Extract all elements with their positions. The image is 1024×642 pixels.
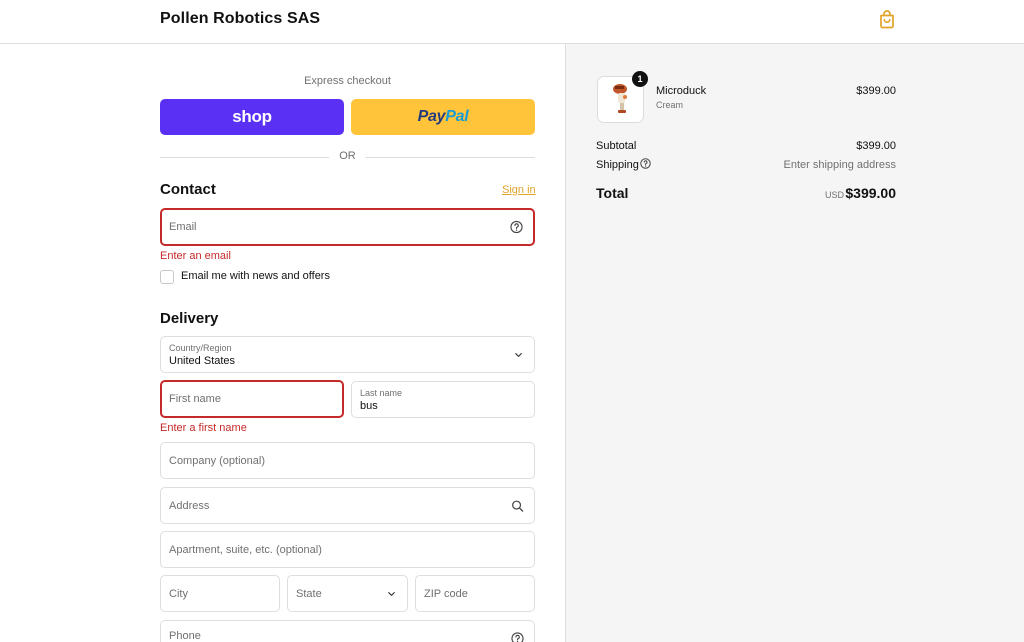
city-field[interactable]: City [160,575,280,612]
address-placeholder: Address [169,499,210,512]
shop-pay-button[interactable]: shop [160,99,344,135]
state-select[interactable]: State [287,575,408,612]
contact-heading: Contact [160,181,216,198]
total-value: $399.00 [845,185,896,201]
first-name-field[interactable]: First name [160,380,344,418]
shipping-label: Shipping [596,159,639,171]
paypal-label-part2: Pal [445,108,469,125]
question-circle-icon[interactable] [640,158,651,169]
header: Pollen Robotics SAS [0,0,1024,44]
company-field[interactable]: Company (optional) [160,442,535,479]
total-label: Total [596,185,629,201]
zip-field[interactable]: ZIP code [415,575,535,612]
question-circle-icon[interactable] [511,632,524,642]
product-name: Microduck [656,85,707,97]
company-placeholder: Company (optional) [169,454,265,467]
last-name-label: Last name [360,388,403,398]
quantity-badge: 1 [632,71,648,87]
search-icon [512,500,524,512]
or-divider: OR [160,150,535,164]
country-select[interactable]: Country/Region United States [160,336,535,373]
express-checkout-label: Express checkout [304,75,391,87]
first-name-error: Enter a first name [160,422,247,434]
last-name-value: bus [360,400,378,412]
first-name-placeholder: First name [169,393,221,405]
delivery-heading: Delivery [160,310,219,327]
shopping-bag-icon[interactable] [877,9,897,29]
question-circle-icon[interactable] [510,220,523,234]
state-placeholder: State [296,587,322,600]
total-currency: USD [824,190,844,200]
email-error: Enter an email [160,250,231,262]
country-value: United States [169,355,236,367]
paypal-label-part1: Pay [417,108,446,125]
zip-placeholder: ZIP code [424,587,468,600]
product-variant: Cream [656,100,684,110]
paypal-button[interactable]: Pay Pal [351,99,535,135]
or-label: OR [339,150,356,162]
store-name[interactable]: Pollen Robotics SAS [160,10,320,28]
product-price: $399.00 [856,85,896,97]
apartment-field[interactable]: Apartment, suite, etc. (optional) [160,531,535,568]
city-placeholder: City [169,587,188,600]
divider-line-right [365,157,535,158]
shipping-value: Enter shipping address [783,159,896,171]
news-checkbox[interactable] [160,270,174,284]
last-name-field[interactable]: Last name bus [351,381,535,418]
sign-in-link[interactable]: Sign in [502,184,536,196]
email-placeholder: Email [169,221,197,233]
news-checkbox-label[interactable]: Email me with news and offers [181,270,330,282]
apartment-placeholder: Apartment, suite, etc. (optional) [169,543,322,556]
order-summary-panel [565,44,1024,642]
chevron-down-icon [388,591,395,596]
subtotal-label: Subtotal [596,140,637,152]
shop-pay-label: shop [232,107,272,126]
email-field[interactable]: Email [160,208,535,246]
phone-field[interactable]: Phone [160,620,535,642]
phone-placeholder: Phone [169,630,201,642]
address-field[interactable]: Address [160,487,535,524]
subtotal-value: $399.00 [856,140,896,152]
country-label: Country/Region [169,343,232,353]
chevron-down-icon [515,352,522,357]
